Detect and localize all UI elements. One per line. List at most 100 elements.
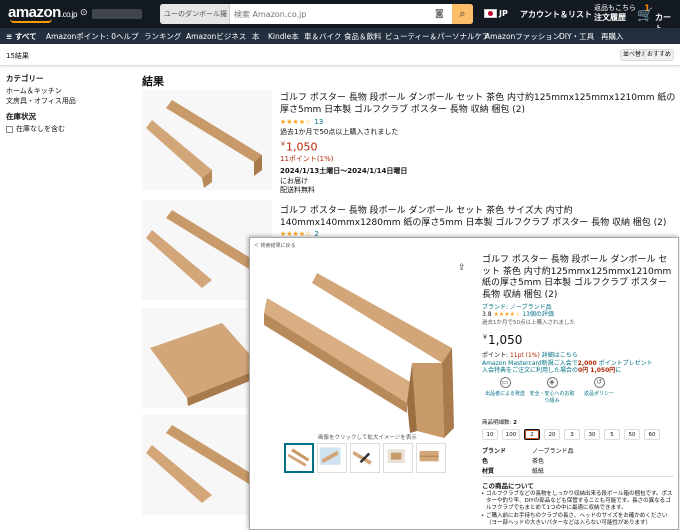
search-bar: ユーのダンボール撮影 ◙ ⌕ [160,4,473,24]
cart-link[interactable]: 1 🛒 カート [636,4,676,33]
thumbnail[interactable] [383,443,413,473]
spec-value: ノーブランド品 [532,448,574,455]
option-button[interactable]: 3 [564,429,580,440]
results-count: 15結果 [6,52,29,60]
qty-selected: 2 [513,420,517,426]
about-bullet: ゴルフクラブなどの長物をしっかり収納出来る段ボール箱の梱包です。ポスターや釣り竿… [481,491,674,512]
rating-count-link[interactable]: 13個の評価 [522,311,554,318]
delivery-location[interactable]: ⊙ [80,8,144,20]
rating-summary[interactable]: 3.8 ★★★★☆ 13個の評価 [482,309,554,318]
orders-line2: 注文履歴 [594,13,626,22]
japan-flag-icon[interactable] [484,9,497,18]
promo-line2-text: 入会特典をご注文に利用した場合の [482,367,579,374]
thumbnail-strip [284,443,454,475]
thumbnail[interactable] [284,443,314,473]
location-pin-icon: ⊙ [80,8,88,18]
price-value: 1,050 [286,140,318,154]
about-heading: この商品について [482,482,534,490]
nav-car-bike[interactable]: 車＆バイク [304,31,341,42]
camera-search-icon[interactable]: ◙ [435,9,447,19]
spec-key: 色 [482,458,489,465]
sort-dropdown[interactable]: おすすめ [644,49,675,61]
category-nav: ≡ すべて Amazonポイント: 0 ヘルプ ランキング Amazonビジネス… [0,28,680,44]
nav-books[interactable]: 本 [252,31,260,42]
nav-diy[interactable]: DIY・工具 [559,31,594,42]
category-heading: カテゴリー [6,74,44,83]
search-input[interactable] [230,4,452,24]
orders-link[interactable]: 返品もこちら 注文履歴 [594,4,636,23]
feature-safety[interactable]: ◈ 安全・安心へのお取り組み [529,377,575,404]
nav-rebuy[interactable]: 再購入 [601,31,624,42]
stock-filter[interactable]: 在庫なしを含む [6,124,126,134]
language-selector[interactable]: JP [499,9,508,18]
feature-seller-ship[interactable]: ▭ 出品者による発送 [482,377,528,397]
option-button-selected[interactable]: 2 [524,429,540,440]
results-heading: 結果 [142,75,164,88]
bought-note: 過去1か月で50点以上購入されました [482,320,575,326]
feature-label: 安全・安心へのお取り組み [529,391,575,404]
spec-value: 紙紙 [532,468,545,475]
nav-help[interactable]: ヘルプ [116,31,139,42]
checkbox[interactable] [6,125,13,133]
option-button[interactable]: 50 [624,429,640,440]
nav-beauty[interactable]: ビューティー＆パーソナルケア [385,31,490,42]
nav-food[interactable]: 食品＆飲料 [344,31,382,42]
truck-icon: ▭ [499,377,511,388]
option-button[interactable]: 5 [604,429,620,440]
option-button[interactable]: 30 [584,429,600,440]
thumbnail[interactable] [350,443,380,473]
nav-all-menu[interactable]: ≡ すべて [6,31,37,42]
thumbnail[interactable] [416,443,446,473]
product-title-link[interactable]: ゴルフ ポスター 長物 段ボール ダンボール セット 茶色 サイズ大 内寸約14… [280,205,680,229]
product-detail-overlay: ＜ 検索結果に戻る ⇪ 画像をクリックして拡大イメージを表示 ゴルフ ポスター … [249,237,679,530]
rating-stars[interactable]: ★★★★☆ 13 [280,118,323,126]
stock-option-label: 在庫なしを含む [16,125,65,133]
product-price: ￥1,050 [482,332,522,347]
nav-ranking[interactable]: ランキング [144,31,181,42]
zoom-hint: 画像をクリックして拡大イメージを表示 [318,435,417,441]
points: 11ポイント(1%) [280,155,334,163]
price-value: 1,050 [488,333,523,347]
option-button[interactable]: 10 [482,429,498,440]
back-to-results-link[interactable]: ＜ 検索結果に戻る [254,242,296,249]
cardboard-box-image [146,100,262,188]
shipping-info: 配送料無料 [280,186,315,194]
option-button[interactable]: 20 [544,429,560,440]
filter-sidebar: カテゴリー ホーム＆キッチン 文房具・オフィス用品 在庫状況 在庫なしを含む [6,74,126,134]
main-product-image[interactable] [262,253,467,453]
option-button[interactable]: 60 [644,429,660,440]
account-lists-link[interactable]: アカウント＆リスト [520,9,592,20]
results-bar: 15結果 並べ替え おすすめ [0,44,680,66]
search-button[interactable]: ⌕ [452,4,473,24]
nav-fashion[interactable]: Amazonファッション [485,31,560,42]
bought-note: 過去1か月で50点以上購入されました [280,128,399,136]
return-icon: ↺ [593,377,605,388]
promo-line2-bold: 0円 1,050円 [578,367,616,374]
feature-label: 返品ポリシー [583,391,614,397]
thumbnail[interactable] [317,443,347,473]
search-category-select[interactable]: ユーのダンボール撮影 [160,4,230,24]
category-home-kitchen[interactable]: ホーム＆キッチン [6,86,126,96]
stock-heading: 在庫状況 [6,112,36,121]
category-stationery[interactable]: 文房具・オフィス用品 [6,96,126,106]
redacted-address [92,9,142,19]
promo-line2-end: に [615,367,622,374]
cart-icon: 🛒 [637,8,654,23]
rating-count[interactable]: 13 [314,118,323,126]
rating-value: 3.8 [482,311,492,318]
product-price: ￥1,050 [280,139,318,154]
product-title-link[interactable]: ゴルフ ポスター 長物 段ボール ダンボール セット 茶色 内寸約125mmx1… [280,92,680,116]
mastercard-promo-line2: 入会特典をご注文に利用した場合の0円 1,050円に [482,365,621,374]
nav-kindle[interactable]: Kindle本 [268,31,299,42]
star-icons: ★★★★☆ [493,311,521,318]
nav-business[interactable]: Amazonビジネス [186,31,246,42]
about-bullet: ご購入前にお手持ちのクラブの長さ、ヘッドのサイズをお確かめください（ヨー部ヘッド… [481,513,674,527]
quantity-label: 商品明細数: 2 [482,418,517,426]
product-image[interactable] [142,90,272,190]
option-button[interactable]: 100 [502,429,520,440]
star-icons: ★★★★☆ [280,118,312,126]
feature-return[interactable]: ↺ 返品ポリシー [576,377,622,397]
search-icon: ⌕ [459,7,466,20]
nav-points[interactable]: Amazonポイント: 0 [46,31,116,42]
spec-value: 茶色 [532,458,545,465]
